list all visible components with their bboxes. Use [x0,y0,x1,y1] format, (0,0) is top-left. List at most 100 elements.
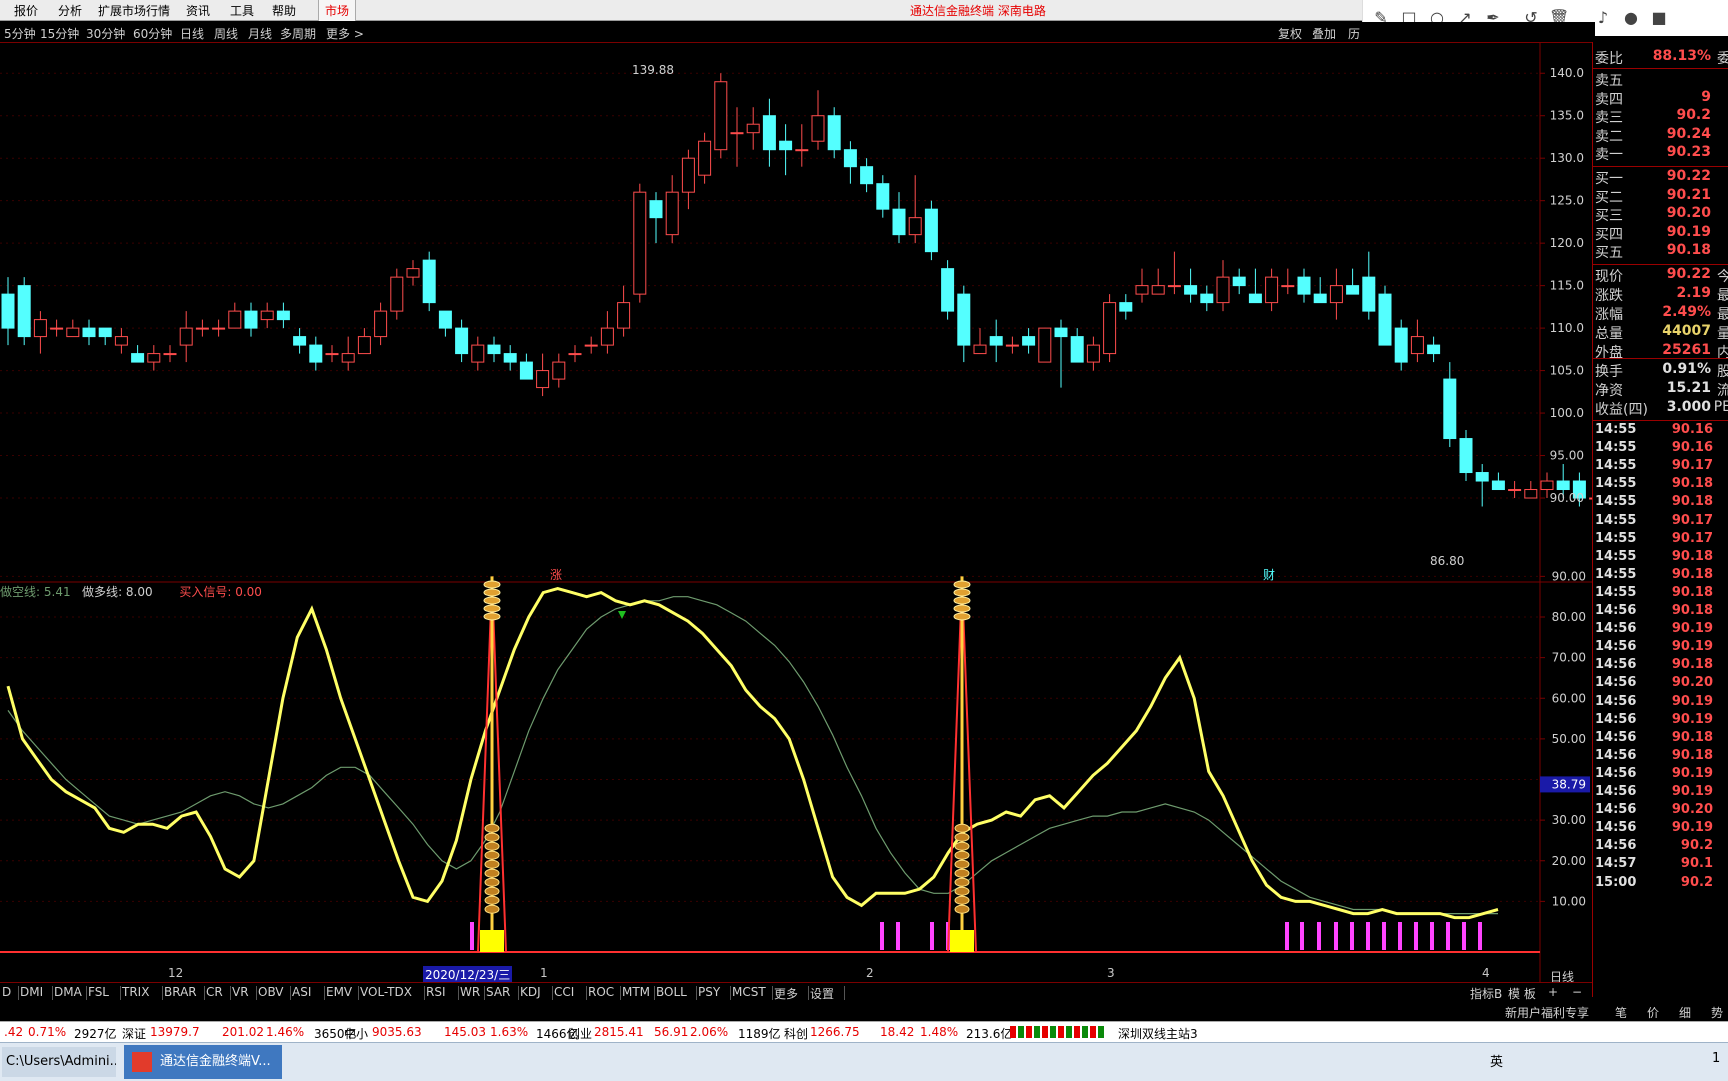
indicator-tab-7[interactable]: VR [232,985,249,999]
tab-separator [620,986,621,1000]
promo-bar: 新用户福利专享 笔 价 细 势 [1503,1001,1728,1021]
tab-separator [654,986,655,1000]
indicator-tab-2[interactable]: DMA [54,985,82,999]
indicator-tab-3[interactable]: FSL [88,985,109,999]
camera-icon[interactable]: ■ [1649,8,1669,28]
indicator-tab-4[interactable]: TRIX [122,985,149,999]
price-tick-label: 105.0 [1550,364,1584,378]
indicator-tab-13[interactable]: WR [460,985,480,999]
tab-separator [808,986,809,1000]
menu-item-quote[interactable]: 报价 [14,2,38,19]
chart-area[interactable]: 140.0 135.0 130.0 125.0 120.0 115.0 110.0 105.0… [0,42,1592,982]
taskbar-tdx-window[interactable]: 通达信金融终端V... [124,1045,282,1079]
candle-body [374,310,388,338]
indicator-tab-bar: D DMI DMA FSL TRIX BRAR CR VR OBV ASI EMV VOL-TDX RS… [0,982,1595,1002]
indicator-tab-6[interactable]: CR [206,985,223,999]
indicator-tab-22[interactable]: 更多 [774,985,798,1002]
indicator-tab-23[interactable]: 设置 [810,985,834,1002]
indicator-tab-18[interactable]: MTM [622,985,650,999]
buy-spike-bead [954,859,970,869]
menu-item-analysis[interactable]: 分析 [58,2,82,19]
indicator-tab-right-3[interactable]: − [1572,985,1582,999]
period-30min[interactable]: 30分钟 [86,25,125,42]
period-multi[interactable]: 多周期 [280,25,316,42]
indicator-tab-19[interactable]: BOLL [656,985,687,999]
indicator-tab-12[interactable]: RSI [426,985,446,999]
period-week[interactable]: 周线 [214,25,238,42]
tick-time: 14:56 [1595,747,1637,763]
indicator-tab-21[interactable]: MCST [732,985,766,999]
candle-body [82,327,96,338]
buy-spike-bead [953,612,971,621]
indicator-tab-5[interactable]: BRAR [164,985,197,999]
ime-indicator[interactable]: 英 [1490,1051,1503,1070]
menu-item-extended-market[interactable]: 扩展市场行情 [98,2,170,19]
period-day[interactable]: 日线 [180,25,204,42]
signal-bar [1430,922,1434,950]
candle-body [908,217,922,236]
tick-price: 90.19 [1671,711,1713,727]
candle-body [1281,285,1295,288]
stat-3-value: 44007 [1662,323,1711,339]
history-button[interactable]: 历 [1348,25,1360,42]
indicator-tab-1[interactable]: DMI [20,985,43,999]
menu-item-tools[interactable]: 工具 [230,2,254,19]
status-item-0: .42 [4,1025,24,1039]
buy-level-3-value: 90.20 [1666,205,1711,221]
market-button[interactable]: 市场 [318,0,357,21]
speaker-icon[interactable]: ♪ [1593,8,1613,28]
period-60min[interactable]: 60分钟 [133,25,172,42]
period-15min[interactable]: 15分钟 [40,25,79,42]
clock[interactable]: 1 [1712,1051,1720,1066]
tab-separator [324,986,325,1000]
tick-time: 14:56 [1595,639,1637,655]
tab-trend[interactable]: 势 [1711,1004,1723,1021]
tick-time: 14:56 [1595,802,1637,818]
tab-separator [424,986,425,1000]
candle-body [827,115,841,151]
new-user-promo[interactable]: 新用户福利专享 [1505,1004,1589,1021]
candle-body [147,353,161,363]
price-tick-label: 110.0 [1550,321,1584,335]
indicator-tab-10[interactable]: EMV [326,985,352,999]
indicator-tab-16[interactable]: CCI [554,985,574,999]
tab-strokes[interactable]: 笔 [1615,1004,1627,1021]
indicator-tab-11[interactable]: VOL-TDX [360,985,412,999]
candle-body [390,276,404,312]
indicator-tab-15[interactable]: KDJ [520,985,541,999]
indicator-tab-9[interactable]: ASI [292,985,311,999]
period-month[interactable]: 月线 [248,25,272,42]
indicator-tab-8[interactable]: OBV [258,985,284,999]
menu-item-news[interactable]: 资讯 [186,2,210,19]
period-5min[interactable]: 5分钟 [4,25,36,42]
status-item-15: 56.91 [654,1025,689,1039]
menu-item-help[interactable]: 帮助 [272,2,296,19]
signal-bar [1366,922,1370,950]
restore-right-button[interactable]: 复权 [1278,25,1302,42]
signal-bar [1300,922,1304,950]
indicator-tab-0[interactable]: D [2,985,11,999]
overlay-button[interactable]: 叠加 [1312,25,1336,42]
taskbar-cmd-window[interactable]: C:\Users\Admini... [2,1047,116,1077]
market-breadth-bars [1010,1026,1106,1038]
tick-row: 14:56 90.19 [1593,766,1728,784]
stat-7-value: 3.000 [1666,399,1711,415]
indicator-tab-20[interactable]: PSY [698,985,720,999]
tab-detail[interactable]: 细 [1679,1004,1691,1021]
buy-level-2: 买二 90.21 [1593,187,1728,206]
tick-price: 90.19 [1671,693,1713,709]
period-more[interactable]: 更多 > [326,25,364,42]
tab-separator [518,986,519,1000]
microphone-icon[interactable]: ● [1621,8,1641,28]
indicator-tick-label: 30.00 [1552,813,1586,827]
indicator-tab-right-1[interactable]: 模 板 [1508,985,1536,1002]
status-item-14: 2815.41 [594,1025,644,1039]
candle-body [212,327,226,330]
indicator-tab-right-2[interactable]: + [1548,985,1558,999]
tab-price[interactable]: 价 [1647,1004,1659,1021]
indicator-tab-14[interactable]: SAR [486,985,510,999]
tick-price: 90.18 [1671,584,1713,600]
signal-bar [1285,922,1289,950]
indicator-tab-right-0[interactable]: 指标B [1470,985,1502,1002]
indicator-tab-17[interactable]: ROC [588,985,614,999]
